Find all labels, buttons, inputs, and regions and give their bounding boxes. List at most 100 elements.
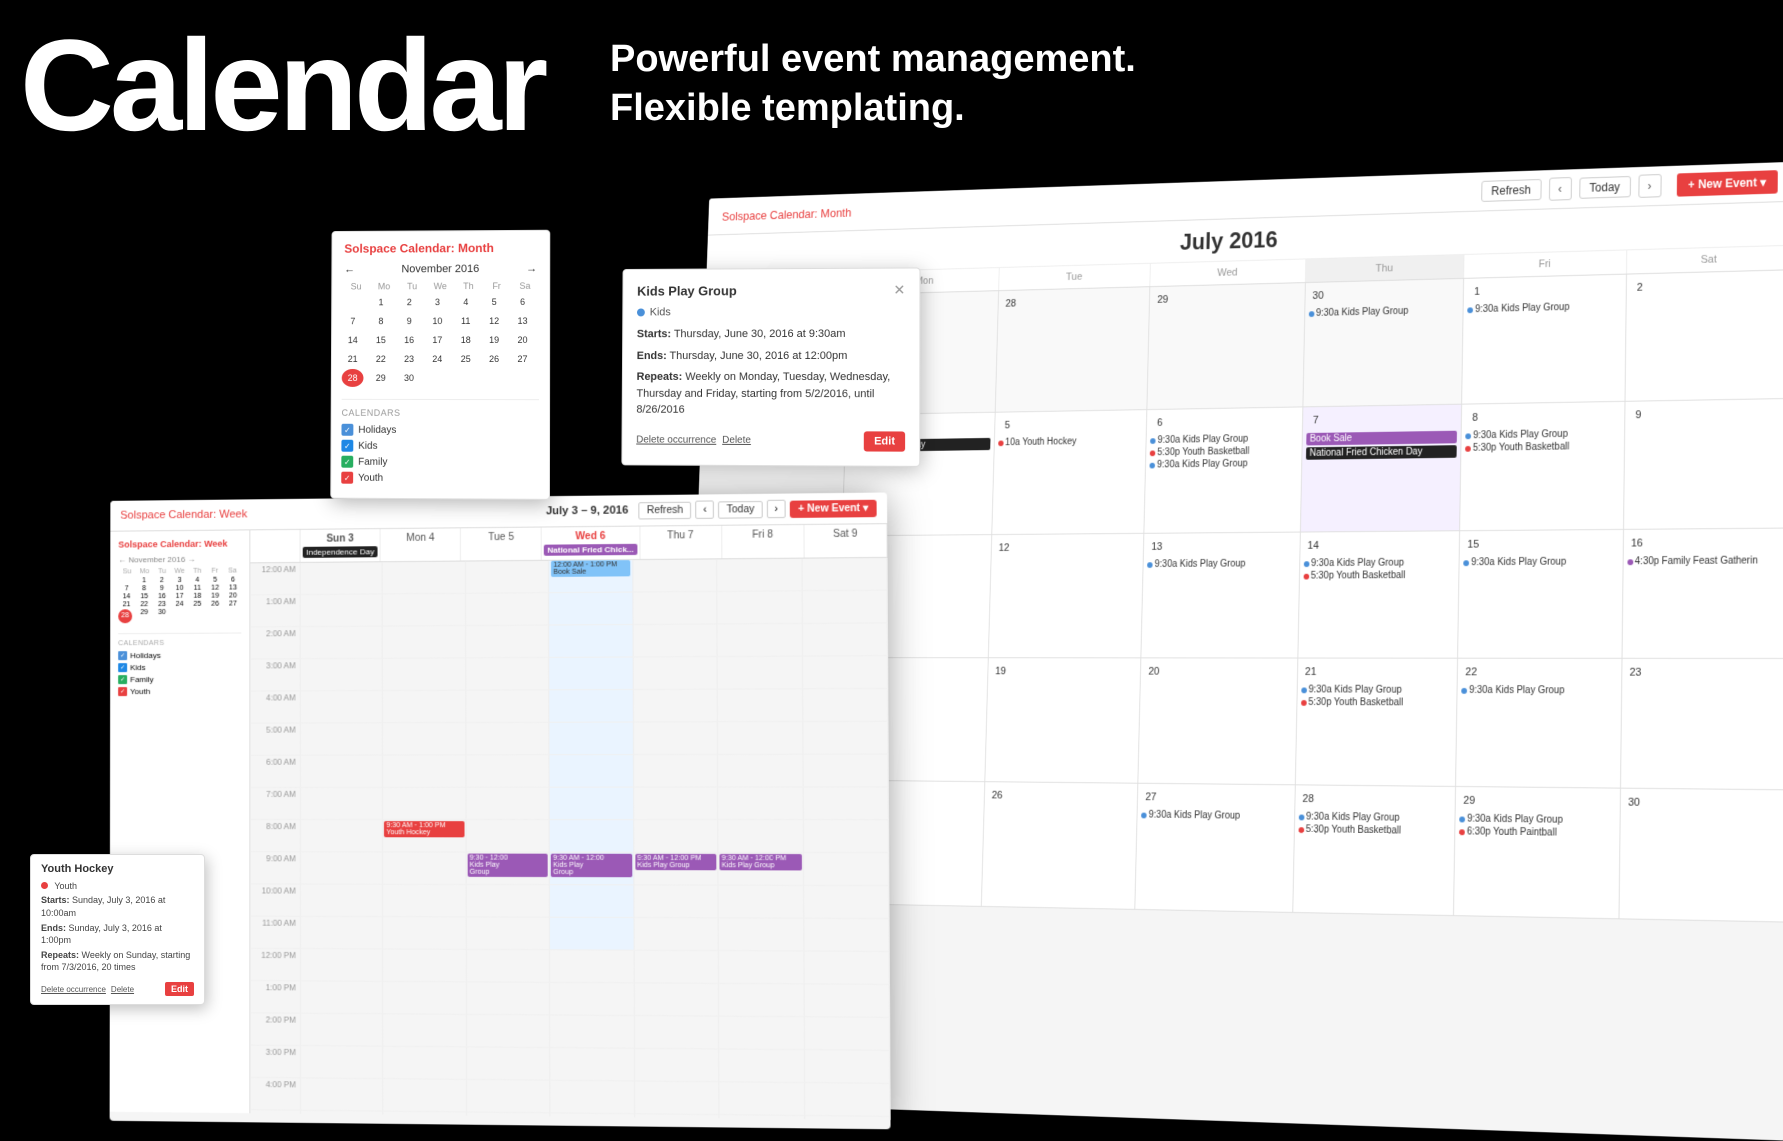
popup-title: Kids Play Group <box>637 283 737 298</box>
dow-tue: Tue <box>999 264 1151 290</box>
month-cell[interactable]: 20 <box>1139 658 1298 784</box>
popup-delete-occurrence[interactable]: Delete occurrence <box>636 435 716 446</box>
month-cell[interactable]: 13 9:30a Kids Play Group <box>1142 533 1301 658</box>
week-event-hockey[interactable]: 9:30 AM - 1:00 PMYouth Hockey <box>384 821 464 837</box>
time-row-2pm: 2:00 PM <box>250 1013 890 1051</box>
hero-title: Calendar <box>20 20 544 150</box>
week-event-kids-wed[interactable]: 9:30 AM - 12:00Kids PlayGroup <box>551 854 632 878</box>
prev-month-button[interactable]: ‹ <box>1549 177 1572 201</box>
month-cell[interactable]: 29 <box>1148 283 1306 409</box>
week-new-event-button[interactable]: + New Event ▾ <box>790 499 877 517</box>
next-month-button[interactable]: › <box>1638 174 1661 198</box>
hockey-popup: Youth Hockey Youth Starts: Sunday, July … <box>30 854 205 1005</box>
mini-cal-title: Solspace Calendar: Month <box>342 241 539 256</box>
mini-cal-month-year: November 2016 <box>401 263 479 275</box>
month-calendar-title: Solspace Calendar: Month <box>722 205 852 223</box>
hockey-popup-title: Youth Hockey <box>41 863 194 875</box>
popup-close-button[interactable]: ✕ <box>893 283 905 297</box>
month-cell-fri8[interactable]: 8 9:30a Kids Play Group 5:30p Youth Bask… <box>1460 402 1625 530</box>
popup-tag-dot <box>637 308 645 316</box>
week-day-tue: Tue 5 <box>461 528 542 561</box>
month-cell-tue5[interactable]: 5 10a Youth Hockey <box>992 410 1147 534</box>
week-calendar: Solspace Calendar: Week July 3 – 9, 2016… <box>110 492 891 1129</box>
month-cell[interactable]: 14 9:30a Kids Play Group 5:30p Youth Bas… <box>1298 531 1460 657</box>
hero-subtitle-line1: Powerful event management. <box>610 35 1136 84</box>
week-label: July 3 – 9, 2016 <box>546 504 628 517</box>
week-scrollable-grid[interactable]: 12:00 AM 12:00 AM - 1:00 PMBook Sale 1:0… <box>250 558 890 1120</box>
hockey-edit-button[interactable]: Edit <box>165 982 194 996</box>
cell-event: 9:30a Kids Play Group <box>1150 458 1298 470</box>
week-event-booksale[interactable]: 12:00 AM - 1:00 PMBook Sale <box>551 560 630 577</box>
month-cell-thu7[interactable]: 7 Book Sale National Fried Chicken Day <box>1301 405 1463 532</box>
calendar-item-youth[interactable]: ✓ Youth <box>341 472 539 485</box>
popup-edit-button[interactable]: Edit <box>864 431 905 451</box>
calendar-checkbox-family[interactable]: ✓ <box>341 456 353 468</box>
month-cell[interactable]: 29 9:30a Kids Play Group 6:30p Youth Pai… <box>1454 787 1620 918</box>
week-today-button[interactable]: Today <box>718 500 762 518</box>
month-cell[interactable]: 21 9:30a Kids Play Group 5:30p Youth Bas… <box>1296 659 1459 786</box>
cell-event: 9:30a Kids Play Group <box>1461 685 1617 696</box>
cell-event: 10a Youth Hockey <box>998 436 1142 448</box>
month-cell[interactable]: 16 4:30p Family Feast Gatherin <box>1622 529 1783 658</box>
month-cell[interactable]: 28 9:30a Kids Play Group 5:30p Youth Bas… <box>1293 785 1456 915</box>
cell-event: 9:30a Kids Play Group <box>1301 685 1453 696</box>
month-cell[interactable]: 22 9:30a Kids Play Group <box>1456 659 1622 788</box>
hockey-delete-occurrence[interactable]: Delete occurrence <box>41 985 106 994</box>
month-cell[interactable]: 19 <box>985 658 1141 783</box>
cell-event: 5:30p Youth Basketball <box>1465 441 1620 454</box>
month-cell-sat9[interactable]: 9 <box>1624 399 1783 529</box>
hero-subtitle-line2: Flexible templating. <box>610 84 1136 133</box>
hockey-delete[interactable]: Delete <box>111 985 134 994</box>
mini-calendar-panel: Solspace Calendar: Month ← November 2016… <box>330 230 550 500</box>
month-cell[interactable]: 12 <box>989 534 1145 658</box>
week-body: Solspace Calendar: Week ← November 2016 … <box>110 524 891 1120</box>
calendar-item-kids[interactable]: ✓ Kids <box>341 440 539 453</box>
calendars-section: CALENDARS ✓ Holidays ✓ Kids ✓ Family ✓ Y… <box>341 399 539 485</box>
time-row-11am: 11:00 AM <box>250 917 889 952</box>
week-day-sat: Sat 9 <box>804 524 887 557</box>
mini-cal-next[interactable]: → <box>526 263 537 275</box>
refresh-button[interactable]: Refresh <box>1481 179 1542 202</box>
cell-event: 5:30p Youth Basketball <box>1301 697 1453 708</box>
week-next-button[interactable]: › <box>767 500 786 519</box>
week-nav: July 3 – 9, 2016 Refresh ‹ Today › + New… <box>546 499 877 521</box>
week-event-kids-thu[interactable]: 9:30 AM - 12:00 PMKids Play Group <box>635 854 716 870</box>
month-cell[interactable]: 26 <box>982 782 1139 909</box>
cell-event: 9:30a Kids Play Group <box>1150 433 1298 446</box>
cell-event: 9:30a Kids Play Group <box>1304 557 1456 569</box>
week-day-thu: Thu 7 <box>640 526 722 559</box>
hockey-popup-starts: Starts: Sunday, July 3, 2016 at 10:00am <box>41 894 194 919</box>
popup-tag-label: Kids <box>650 306 671 318</box>
today-button[interactable]: Today <box>1579 176 1631 199</box>
month-cell[interactable]: 15 9:30a Kids Play Group <box>1458 530 1623 658</box>
hockey-popup-ends: Ends: Sunday, July 3, 2016 at 1:00pm <box>41 922 194 947</box>
calendars-label: CALENDARS <box>342 408 539 418</box>
week-prev-button[interactable]: ‹ <box>695 500 714 518</box>
popup-header: Kids Play Group ✕ <box>637 283 905 299</box>
calendar-checkbox-kids[interactable]: ✓ <box>341 440 353 452</box>
new-event-button[interactable]: + New Event ▾ <box>1676 170 1777 197</box>
time-row-7am: 7:00 AM <box>250 787 889 820</box>
mini-cal-nav: ← November 2016 → <box>342 263 539 276</box>
month-cell[interactable]: 30 <box>1619 789 1783 922</box>
week-event-kids-fri[interactable]: 9:30 AM - 12:00 PMKids Play Group <box>720 854 802 871</box>
month-cell-wed6[interactable]: 6 9:30a Kids Play Group 5:30p Youth Bask… <box>1145 407 1303 532</box>
month-cell[interactable]: 28 <box>996 287 1151 412</box>
week-day-sun: Sun 3 Independence Day <box>301 529 381 562</box>
calendar-checkbox-youth[interactable]: ✓ <box>341 472 353 484</box>
month-cell[interactable]: 23 <box>1621 659 1783 790</box>
month-cell-fri1[interactable]: 1 9:30a Kids Play Group <box>1462 275 1626 404</box>
calendar-item-holidays[interactable]: ✓ Holidays <box>341 424 539 437</box>
popup-delete[interactable]: Delete <box>722 435 751 446</box>
calendar-item-family[interactable]: ✓ Family <box>341 456 539 469</box>
week-refresh-button[interactable]: Refresh <box>639 501 692 519</box>
cell-event: 9:30a Kids Play Group <box>1467 301 1621 315</box>
calendar-checkbox-holidays[interactable]: ✓ <box>341 424 353 436</box>
week-event-kids-tue[interactable]: 9:30 - 12:00Kids PlayGroup <box>467 854 548 877</box>
month-cell[interactable]: 27 9:30a Kids Play Group <box>1136 784 1296 912</box>
month-cell-sat2[interactable]: 2 <box>1625 270 1783 401</box>
mini-cal-prev[interactable]: ← <box>344 264 355 276</box>
hockey-popup-tag: Youth <box>41 880 194 893</box>
cell-event: 9:30a Kids Play Group <box>1309 305 1460 319</box>
month-cell-thu30[interactable]: 30 9:30a Kids Play Group <box>1303 279 1464 407</box>
